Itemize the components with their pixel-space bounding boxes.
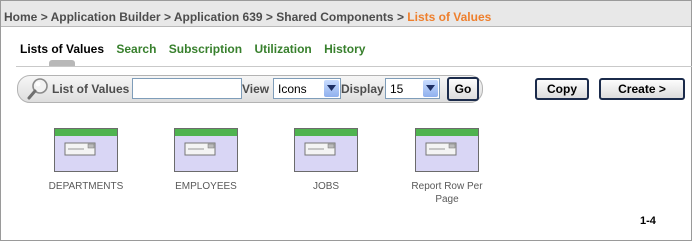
lov-item-label: Report Row Per Page bbox=[411, 181, 483, 205]
go-button[interactable]: Go bbox=[447, 77, 479, 101]
lov-item-label: DEPARTMENTS bbox=[48, 181, 124, 192]
search-bar: List of Values View Icons Display 15 Go bbox=[17, 75, 483, 103]
search-icon bbox=[26, 77, 50, 101]
breadcrumb-separator: > bbox=[396, 10, 408, 24]
breadcrumb-current: Lists of Values bbox=[407, 10, 492, 24]
breadcrumb-separator: > bbox=[40, 10, 51, 24]
list-of-values-input[interactable] bbox=[132, 78, 242, 99]
create-button[interactable]: Create > bbox=[599, 78, 685, 100]
view-select[interactable]: Icons bbox=[273, 78, 341, 99]
chevron-down-icon bbox=[423, 80, 438, 97]
tab-divider bbox=[16, 66, 692, 67]
list-of-values-label: List of Values bbox=[52, 82, 130, 96]
pagination-range: 1-4 bbox=[640, 215, 656, 227]
tab-history[interactable]: History bbox=[324, 42, 365, 56]
lov-item-label: EMPLOYEES bbox=[175, 181, 237, 192]
display-select[interactable]: 15 bbox=[385, 78, 440, 99]
breadcrumb: Home > Application Builder > Application… bbox=[4, 10, 491, 24]
tab-utilization[interactable]: Utilization bbox=[254, 42, 311, 56]
view-label: View bbox=[242, 82, 270, 96]
list-of-values-icon bbox=[54, 128, 118, 172]
tab-bar: Lists of Values Search Subscription Util… bbox=[20, 42, 374, 56]
tab-lists-of-values[interactable]: Lists of Values bbox=[20, 42, 104, 56]
display-select-value: 15 bbox=[390, 82, 404, 96]
breadcrumb-separator: > bbox=[265, 10, 277, 24]
page-frame: Home > Application Builder > Application… bbox=[0, 0, 692, 241]
chevron-down-icon bbox=[324, 80, 339, 97]
breadcrumb-application-builder[interactable]: Application Builder bbox=[51, 10, 161, 24]
breadcrumb-home[interactable]: Home bbox=[4, 10, 37, 24]
breadcrumb-shared-components[interactable]: Shared Components bbox=[276, 10, 393, 24]
lov-item-label: JOBS bbox=[312, 181, 340, 192]
tab-subscription[interactable]: Subscription bbox=[169, 42, 242, 56]
tab-search[interactable]: Search bbox=[116, 42, 156, 56]
list-of-values-icon bbox=[415, 128, 479, 172]
breadcrumb-bar: Home > Application Builder > Application… bbox=[1, 1, 691, 27]
list-of-values-icon bbox=[294, 128, 358, 172]
copy-button[interactable]: Copy bbox=[535, 78, 589, 100]
list-of-values-icon bbox=[174, 128, 238, 172]
breadcrumb-application[interactable]: Application 639 bbox=[174, 10, 263, 24]
breadcrumb-separator: > bbox=[163, 10, 174, 24]
display-label: Display bbox=[341, 82, 384, 96]
view-select-value: Icons bbox=[278, 82, 307, 96]
